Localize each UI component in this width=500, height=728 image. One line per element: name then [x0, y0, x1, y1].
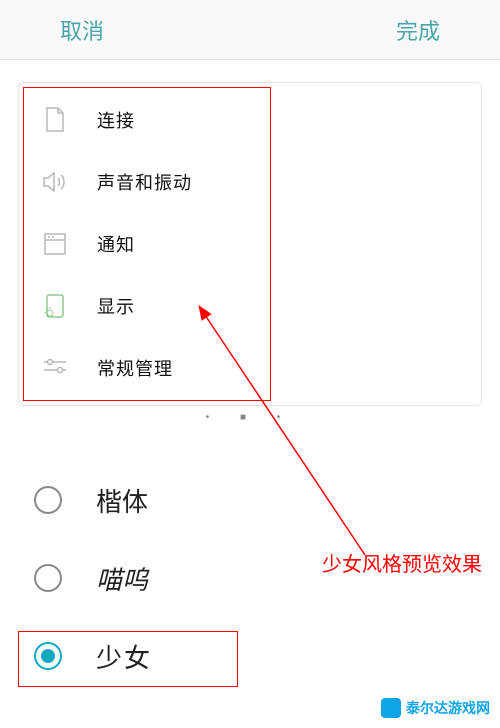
font-option-girl[interactable]: 少女 — [0, 617, 500, 695]
font-options-list: 楷体 喵呜 少女 — [0, 461, 500, 695]
menu-item-general[interactable]: 常规管理 — [19, 337, 481, 399]
sound-icon — [41, 168, 69, 196]
annotation-label: 少女风格预览效果 — [322, 548, 482, 577]
radio-unselected[interactable] — [34, 564, 62, 592]
font-label: 喵呜 — [96, 560, 148, 597]
file-icon — [41, 106, 69, 134]
cancel-button[interactable]: 取消 — [60, 14, 104, 46]
menu-item-display[interactable]: 显示 — [19, 275, 481, 337]
radio-selected[interactable] — [34, 642, 62, 670]
done-button[interactable]: 完成 — [396, 14, 440, 46]
menu-label: 常规管理 — [97, 355, 173, 381]
display-icon — [41, 292, 69, 320]
notification-icon — [41, 230, 69, 258]
menu-label: 声音和振动 — [97, 169, 192, 195]
menu-item-notification[interactable]: 通知 — [19, 213, 481, 275]
watermark: 泰尔达游戏网 — [381, 698, 490, 718]
font-label: 少女 — [96, 638, 152, 675]
watermark-logo-icon — [381, 698, 401, 718]
menu-label: 连接 — [97, 107, 135, 133]
menu-item-sound[interactable]: 声音和振动 — [19, 151, 481, 213]
menu-item-connections[interactable]: 连接 — [19, 89, 481, 151]
watermark-text: 泰尔达游戏网 — [406, 698, 490, 718]
radio-unselected[interactable] — [34, 486, 62, 514]
header-bar: 取消 完成 — [0, 0, 500, 60]
font-label: 楷体 — [96, 482, 148, 519]
settings-icon — [41, 354, 69, 382]
font-preview-card: 连接 声音和振动 通知 显示 常规管理 — [18, 82, 482, 406]
menu-label: 显示 — [97, 293, 135, 319]
menu-label: 通知 — [97, 231, 135, 257]
page-indicator: • ■ • — [0, 406, 500, 433]
font-option-kaiti[interactable]: 楷体 — [0, 461, 500, 539]
